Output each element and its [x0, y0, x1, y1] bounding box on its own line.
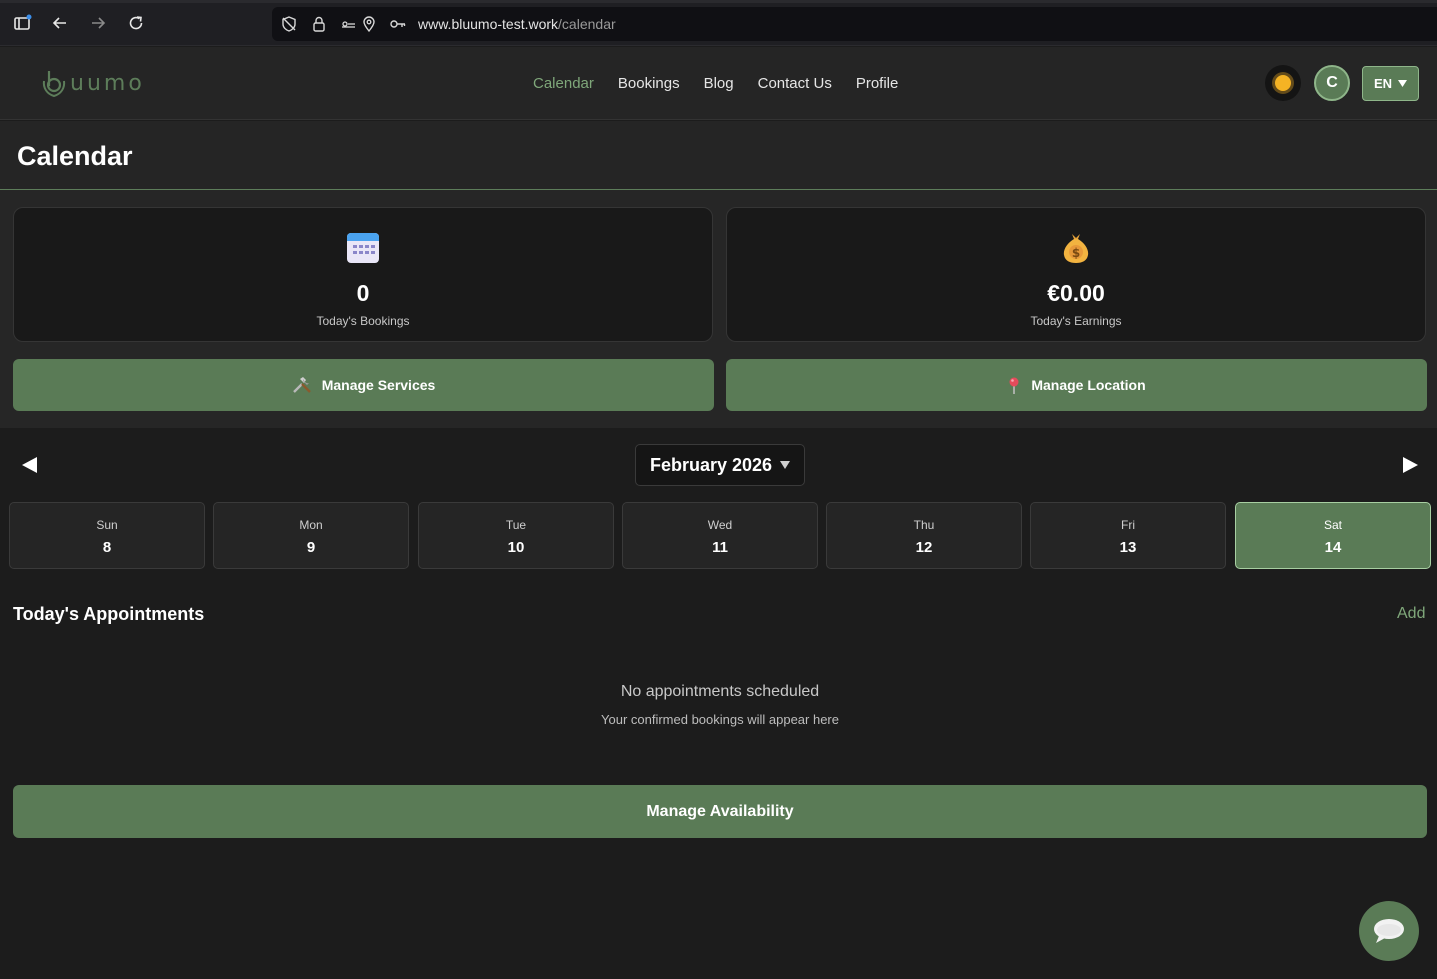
language-selector[interactable]: EN — [1362, 66, 1419, 101]
page-title-bar: Calendar — [0, 121, 1437, 190]
manage-location-button[interactable]: Manage Location — [726, 359, 1427, 411]
language-label: EN — [1373, 76, 1393, 91]
pin-icon — [1009, 377, 1019, 394]
url-path: /calendar — [558, 16, 616, 32]
url-host: www.bluumo-test.work — [418, 16, 559, 32]
todays-bookings-card: 0 Today's Bookings — [13, 207, 713, 342]
page-title: Calendar — [17, 141, 133, 171]
day-name: Sat — [1323, 518, 1342, 532]
svg-text:$: $ — [1072, 246, 1080, 260]
day-date: 12 — [915, 539, 933, 556]
browser-toolbar: www.bluumo-test.work/calendar — [0, 0, 1437, 46]
todays-earnings-label: Today's Earnings — [1030, 314, 1122, 328]
manage-availability-button[interactable]: Manage Availability — [13, 785, 1427, 838]
nav-contact-us[interactable]: Contact Us — [758, 75, 832, 92]
month-selector[interactable]: February 2026 — [635, 444, 805, 486]
sidebar-toggle-icon[interactable] — [12, 13, 32, 33]
app-header: uumo Calendar Bookings Blog Contact Us P… — [0, 47, 1437, 120]
todays-bookings-label: Today's Bookings — [316, 314, 410, 328]
nav-calendar[interactable]: Calendar — [533, 75, 594, 92]
day-date: 10 — [507, 539, 525, 556]
previous-week-arrow-icon[interactable] — [22, 457, 37, 473]
month-label: February 2026 — [649, 454, 773, 475]
nav-blog[interactable]: Blog — [704, 75, 734, 92]
theme-toggle-button[interactable] — [1265, 65, 1301, 101]
todays-earnings-card: $ €0.00 Today's Earnings — [726, 207, 1426, 342]
day-mon[interactable]: Mon 9 — [213, 502, 409, 569]
day-name: Fri — [1121, 518, 1135, 532]
address-bar[interactable]: www.bluumo-test.work/calendar — [272, 7, 1437, 41]
nav-bookings[interactable]: Bookings — [618, 75, 680, 92]
day-name: Tue — [505, 518, 527, 532]
money-bag-icon: $ — [1060, 230, 1092, 269]
day-name: Sun — [96, 518, 118, 532]
lock-icon[interactable] — [310, 15, 328, 33]
day-date: 13 — [1119, 539, 1137, 556]
day-name: Mon — [299, 518, 323, 532]
logo-mark-icon — [42, 71, 66, 98]
url-text[interactable]: www.bluumo-test.work/calendar — [418, 16, 616, 32]
empty-state-title: No appointments scheduled — [620, 683, 820, 700]
day-date: 9 — [306, 539, 316, 556]
day-thu[interactable]: Thu 12 — [826, 502, 1022, 569]
chevron-down-icon — [1398, 79, 1408, 87]
day-sat[interactable]: Sat 14 — [1235, 502, 1431, 569]
chat-bubble-icon — [1374, 919, 1404, 943]
next-week-arrow-icon[interactable] — [1403, 457, 1418, 473]
bluumo-logo[interactable]: uumo — [40, 67, 145, 99]
location-permission-icon[interactable] — [360, 15, 378, 33]
logo-text: uumo — [70, 70, 145, 96]
nav-profile[interactable]: Profile — [856, 75, 899, 92]
tracking-shield-icon[interactable] — [280, 15, 298, 33]
sun-icon — [1275, 75, 1291, 91]
main-nav: Calendar Bookings Blog Contact Us Profil… — [533, 75, 898, 92]
tools-icon — [292, 377, 311, 393]
day-sun[interactable]: Sun 8 — [9, 502, 205, 569]
chevron-down-icon — [780, 461, 791, 469]
add-appointment-link[interactable]: Add — [1397, 605, 1425, 623]
day-name: Thu — [913, 518, 935, 532]
empty-state-subtitle: Your confirmed bookings will appear here — [601, 712, 839, 727]
day-fri[interactable]: Fri 13 — [1030, 502, 1226, 569]
manage-services-button[interactable]: Manage Services — [13, 359, 714, 411]
day-name: Wed — [707, 518, 733, 532]
day-date: 8 — [102, 539, 112, 556]
user-avatar[interactable]: C — [1314, 65, 1350, 101]
tab-strip-edge — [0, 0, 1437, 3]
calendar-icon — [346, 230, 380, 269]
permissions-icon[interactable] — [340, 15, 358, 33]
key-icon[interactable] — [389, 15, 407, 33]
appointments-heading: Today's Appointments — [13, 604, 205, 624]
todays-earnings-value: €0.00 — [1047, 280, 1105, 306]
stats-panel: 0 Today's Bookings $ €0.00 Today's Earni… — [0, 190, 1437, 428]
manage-location-label: Manage Location — [1031, 377, 1146, 393]
day-date: 11 — [712, 539, 728, 556]
chat-button[interactable] — [1359, 901, 1419, 961]
day-date: 14 — [1324, 539, 1342, 556]
manage-services-label: Manage Services — [321, 377, 436, 393]
day-wed[interactable]: Wed 11 — [622, 502, 818, 569]
back-icon[interactable] — [50, 13, 70, 33]
reload-icon[interactable] — [126, 13, 146, 33]
day-tue[interactable]: Tue 10 — [418, 502, 614, 569]
forward-icon[interactable] — [88, 13, 108, 33]
todays-bookings-value: 0 — [356, 280, 370, 306]
